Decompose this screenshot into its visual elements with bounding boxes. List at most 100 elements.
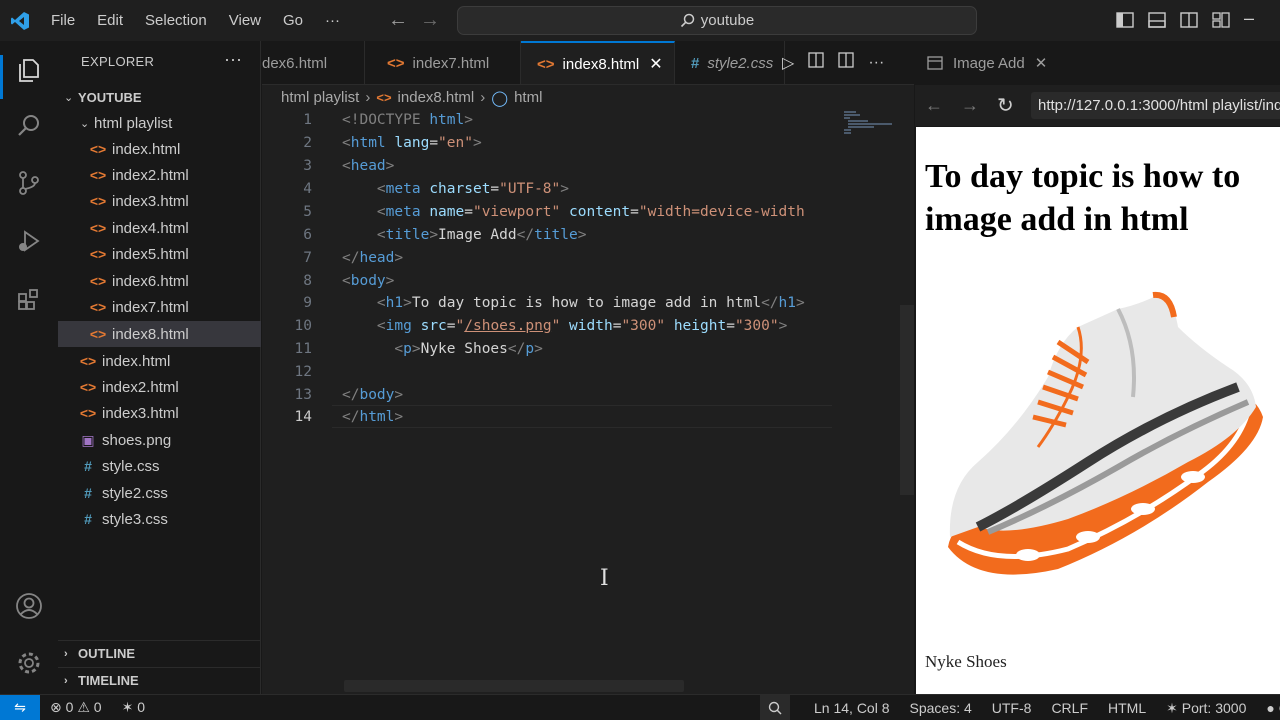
horizontal-scrollbar[interactable]: [344, 680, 684, 692]
close-preview-icon[interactable]: ✕: [1035, 54, 1048, 72]
minimize-icon[interactable]: –: [1244, 9, 1262, 29]
tab-style2[interactable]: # style2.css: [675, 41, 785, 84]
command-center-search[interactable]: youtube: [457, 6, 977, 35]
file-item[interactable]: <> index7.html: [58, 294, 261, 320]
menu-view[interactable]: View: [218, 0, 272, 41]
menu-edit[interactable]: Edit: [86, 0, 134, 41]
chevron-down-icon: ⌄: [80, 117, 90, 130]
file-item[interactable]: <> index4.html: [58, 215, 261, 241]
forward-arrow-icon[interactable]: →: [420, 8, 440, 32]
cursor-position[interactable]: Ln 14, Col 8: [804, 700, 900, 716]
html-file-icon: <>: [537, 55, 555, 73]
explorer-icon[interactable]: [12, 53, 46, 87]
file-item[interactable]: <> index.html: [58, 136, 261, 162]
minimap[interactable]: [842, 110, 902, 150]
source-control-icon[interactable]: [12, 166, 46, 200]
zoom-icon[interactable]: [760, 695, 790, 720]
file-item[interactable]: <> index.html: [58, 348, 261, 374]
toggle-panel-icon[interactable]: [1148, 11, 1166, 29]
browser-viewport: To day topic is how to image add in html…: [916, 127, 1280, 694]
menu-selection[interactable]: Selection: [134, 0, 218, 41]
file-item[interactable]: <> index6.html: [58, 268, 261, 294]
accounts-icon[interactable]: [12, 589, 46, 623]
outline-section[interactable]: › OUTLINE: [58, 640, 261, 666]
ports-indicator[interactable]: ✶ 0: [112, 699, 155, 716]
file-item[interactable]: <> index3.html: [58, 400, 261, 426]
folder-html-playlist[interactable]: ⌄ html playlist: [58, 110, 261, 136]
go-live-button[interactable]: ● Go: [1256, 700, 1280, 716]
editor-actions: ▷ ···: [782, 52, 884, 73]
code-editor[interactable]: 1 <!DOCTYPE html> 2 <html lang="en"> 3 <hea…: [262, 110, 914, 694]
code-line: 4 <meta charset="UTF-8">: [303, 181, 569, 197]
file-item[interactable]: # style.css: [58, 453, 261, 479]
code-line: 7 </head>: [303, 250, 404, 266]
encoding[interactable]: UTF-8: [982, 700, 1042, 716]
problems-indicator[interactable]: ⊗ 0 ⚠ 0: [40, 699, 112, 716]
file-item[interactable]: ▣ shoes.png: [58, 427, 261, 453]
tab-index7[interactable]: <> index7.html: [365, 41, 521, 84]
remote-indicator-icon[interactable]: ⇋: [0, 694, 40, 720]
customize-layout-icon[interactable]: [1212, 11, 1230, 29]
file-item[interactable]: <> index2.html: [58, 374, 261, 400]
explorer-more-actions[interactable]: ···: [224, 49, 242, 70]
css-file-icon: #: [84, 485, 92, 501]
indentation[interactable]: Spaces: 4: [900, 700, 982, 716]
file-item-selected[interactable]: <> index8.html: [58, 321, 261, 347]
broadcast-icon: ✶: [121, 699, 134, 715]
breadcrumb-file[interactable]: index8.html: [398, 89, 475, 106]
end-of-line[interactable]: CRLF: [1041, 700, 1098, 716]
run-icon[interactable]: ▷: [782, 53, 794, 73]
open-preview-icon[interactable]: [808, 52, 824, 73]
html-file-icon: <>: [89, 167, 107, 183]
vertical-scrollbar[interactable]: [900, 305, 914, 495]
more-actions-icon[interactable]: ···: [868, 54, 884, 72]
code-line: 1 <!DOCTYPE html>: [303, 112, 473, 128]
menu-more[interactable]: ···: [314, 0, 351, 41]
code-line: 10 <img src="/shoes.png" width="300" hei…: [294, 318, 788, 334]
file-item[interactable]: # style3.css: [58, 506, 261, 532]
file-item[interactable]: <> index5.html: [58, 241, 261, 267]
settings-gear-icon[interactable]: [12, 646, 46, 680]
tab-index6[interactable]: dex6.html: [262, 41, 365, 84]
live-server-port[interactable]: ✶ Port: 3000: [1156, 700, 1256, 717]
run-debug-icon[interactable]: [12, 224, 46, 258]
reload-icon[interactable]: ↻: [997, 93, 1014, 118]
menu-file[interactable]: File: [40, 0, 86, 41]
css-file-icon: #: [691, 54, 700, 72]
page-paragraph: Nyke Shoes: [925, 652, 1007, 671]
broadcast-icon: ✶: [1166, 699, 1182, 716]
breadcrumb-symbol[interactable]: html: [514, 89, 542, 106]
back-arrow-icon[interactable]: ←: [388, 8, 408, 32]
menu-go[interactable]: Go: [272, 0, 314, 41]
url-bar[interactable]: http://127.0.0.1:3000/html playlist/inde…: [1031, 92, 1280, 119]
menu-bar: File Edit Selection View Go ···: [40, 0, 351, 41]
toggle-secondary-sidebar-icon[interactable]: [1180, 11, 1198, 29]
browser-back-icon[interactable]: ←: [925, 95, 943, 116]
code-line: 6 <title>Image Add</title>: [303, 227, 587, 243]
html-file-icon: <>: [89, 326, 107, 342]
file-item[interactable]: <> index2.html: [58, 162, 261, 188]
browser-forward-icon[interactable]: →: [961, 95, 979, 116]
tab-index8[interactable]: <> index8.html ✕: [521, 41, 675, 84]
workspace-root[interactable]: ⌄ YOUTUBE: [58, 84, 261, 110]
file-item[interactable]: <> index3.html: [58, 188, 261, 214]
toggle-primary-sidebar-icon[interactable]: [1116, 11, 1134, 29]
search-icon[interactable]: [12, 109, 46, 143]
code-line: 5 <meta name="viewport" content="width=d…: [303, 204, 805, 220]
html-file-icon: <>: [387, 54, 405, 72]
language-mode[interactable]: HTML: [1098, 700, 1156, 716]
chevron-right-icon: ›: [365, 89, 371, 106]
preview-tab[interactable]: Image Add ✕: [915, 41, 1280, 85]
preview-tab-title: Image Add: [953, 54, 1025, 72]
title-bar: File Edit Selection View Go ··· ← → yout…: [0, 0, 1280, 41]
html-file-icon: <>: [89, 273, 107, 289]
extensions-icon[interactable]: [12, 282, 46, 316]
html-file-icon: <>: [89, 141, 107, 157]
status-right: Ln 14, Col 8 Spaces: 4 UTF-8 CRLF HTML ✶…: [760, 695, 1280, 720]
split-editor-icon[interactable]: [838, 52, 854, 73]
symbol-element-icon: ◯: [491, 89, 509, 107]
file-item[interactable]: # style2.css: [58, 480, 261, 506]
close-tab-icon[interactable]: ✕: [649, 54, 662, 74]
timeline-section[interactable]: › TIMELINE: [58, 667, 261, 693]
breadcrumb-folder[interactable]: html playlist: [281, 89, 359, 106]
